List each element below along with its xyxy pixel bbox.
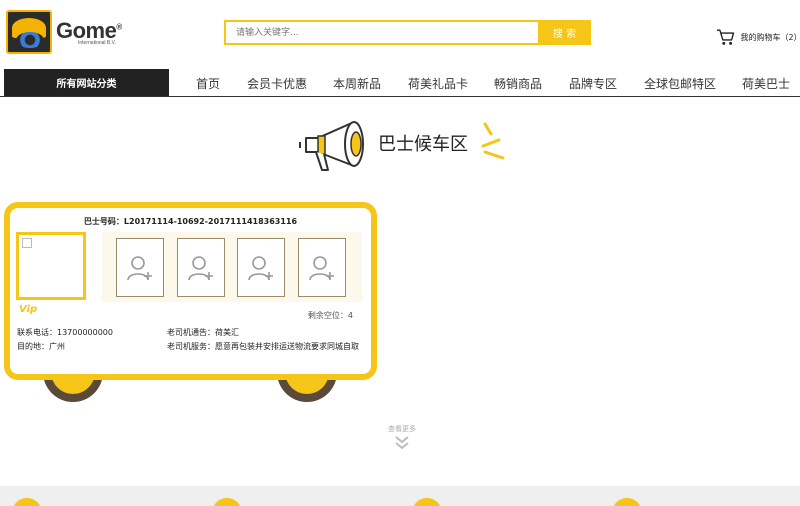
view-more-label: 查看更多	[388, 425, 416, 433]
double-chevron-down-icon	[395, 436, 409, 450]
empty-seat[interactable]	[116, 238, 164, 297]
search-bar: 搜 索	[224, 20, 591, 45]
bus-number: 巴士号码：L20171114-10692-2017111418363116	[83, 217, 298, 226]
driver-notice: 老司机通告：荷美汇	[167, 328, 239, 337]
search-button[interactable]: 搜 索	[538, 20, 591, 45]
footer-feature-icon	[12, 498, 42, 506]
empty-seat[interactable]	[237, 238, 285, 297]
destination: 目的地：广州	[17, 342, 65, 351]
megaphone-icon	[299, 121, 364, 171]
main-nav: 所有网站分类 首页 会员卡优惠 本周新品 荷美礼品卡 畅销商品 品牌专区 全球包…	[0, 69, 800, 97]
bus-card[interactable]: 巴士号码：L20171114-10692-2017111418363116 Vi…	[4, 202, 377, 380]
nav-item-member-card[interactable]: 会员卡优惠	[247, 75, 307, 92]
driver-avatar	[16, 232, 86, 300]
footer-feature-icon	[612, 498, 642, 506]
nav-item-home[interactable]: 首页	[196, 75, 220, 92]
footer-feature-icon	[412, 498, 442, 506]
vip-badge: Vip	[19, 304, 38, 315]
contact-phone: 联系电话：13700000000	[17, 328, 113, 337]
seat-list	[102, 232, 362, 302]
add-user-icon	[309, 255, 334, 280]
broken-image-icon	[22, 238, 32, 248]
nav-item-gift-card[interactable]: 荷美礼品卡	[408, 75, 468, 92]
cart-link[interactable]: 我的购物车（2）	[716, 28, 800, 46]
add-user-icon	[188, 255, 213, 280]
footer-band	[0, 486, 800, 506]
banner-title: 巴士候车区	[378, 134, 468, 155]
footer-feature-icon	[212, 498, 242, 506]
logo-subtitle: International B.V.	[78, 40, 116, 46]
all-categories-button[interactable]: 所有网站分类	[4, 69, 169, 96]
gome-logo[interactable]: Gome® International B.V.	[6, 9, 126, 55]
cart-label: 我的购物车（2）	[740, 32, 800, 42]
nav-item-bus[interactable]: 荷美巴士	[742, 75, 790, 92]
view-more-button[interactable]: 查看更多	[380, 424, 424, 455]
nav-item-brands[interactable]: 品牌专区	[569, 75, 617, 92]
nav-item-global-shipping[interactable]: 全球包邮特区	[644, 75, 716, 92]
gome-logo-icon	[6, 10, 52, 54]
bus-stop-banner: 巴士候车区	[296, 116, 511, 176]
nav-item-new-arrivals[interactable]: 本周新品	[333, 75, 381, 92]
search-input[interactable]	[224, 20, 538, 45]
shopping-cart-icon	[716, 29, 735, 45]
add-user-icon	[127, 255, 152, 280]
sparkle-lines	[481, 122, 505, 160]
empty-seat[interactable]	[298, 238, 346, 297]
remaining-seats: 剩余空位：4	[307, 311, 353, 320]
nav-item-bestsellers[interactable]: 畅销商品	[494, 75, 542, 92]
driver-service: 老司机服务：愿意再包装并安排运送物流要求同城自取	[167, 342, 359, 351]
empty-seat[interactable]	[177, 238, 225, 297]
add-user-icon	[248, 255, 273, 280]
